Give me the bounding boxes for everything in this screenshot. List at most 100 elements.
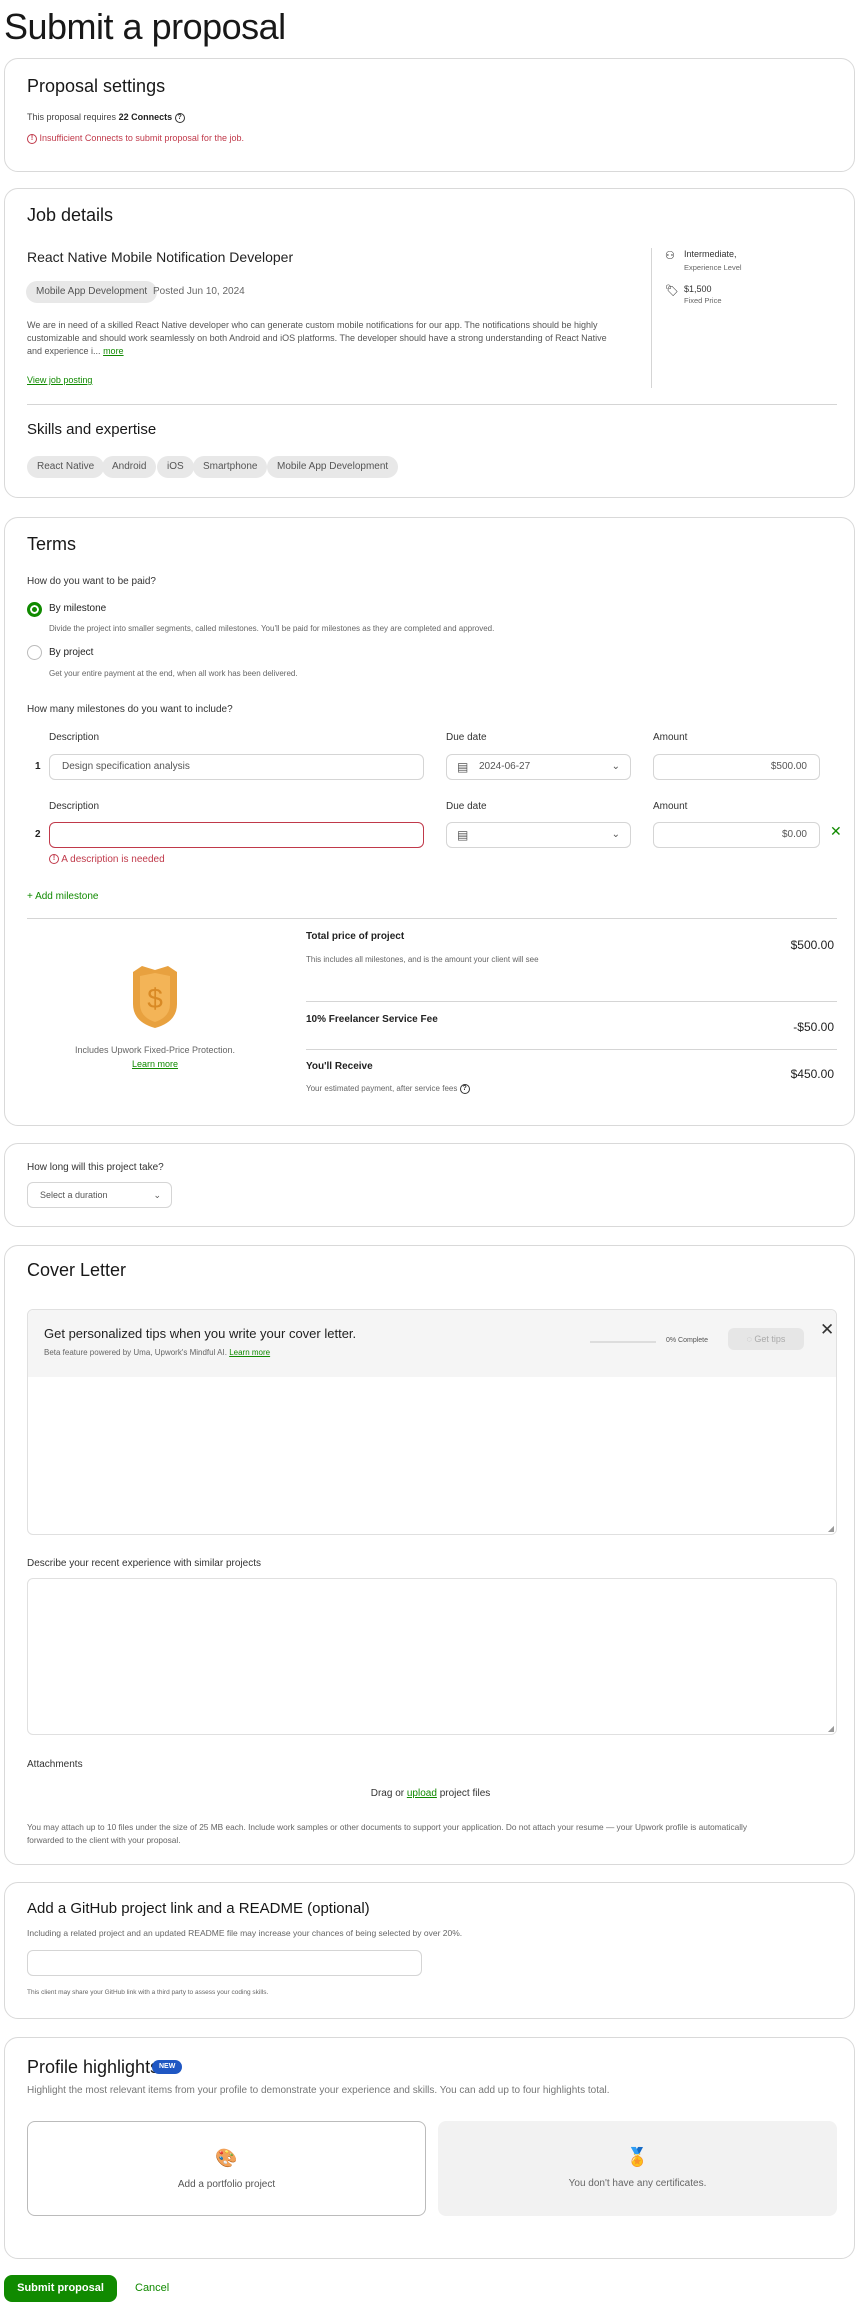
job-title: React Native Mobile Notification Develop… (27, 249, 294, 265)
add-portfolio-project-button[interactable]: 🎨 Add a portfolio project (27, 2121, 426, 2216)
resize-handle-icon[interactable]: ◢ (828, 1524, 834, 1533)
help-icon[interactable]: ? (174, 112, 185, 123)
duration-select[interactable]: Select a duration ⌄ (27, 1182, 172, 1208)
tips-sub: Beta feature powered by Uma, Upwork's Mi… (44, 1348, 227, 1357)
award-ribbon-icon: 🏅 (626, 2147, 649, 2167)
receive-amount: $450.00 (790, 1067, 834, 1081)
experience-textarea[interactable]: ◢ (27, 1578, 837, 1735)
job-description: We are in need of a skilled React Native… (27, 320, 607, 356)
close-icon[interactable]: ✕ (820, 1320, 834, 1340)
fee-label: 10% Freelancer Service Fee (306, 1014, 438, 1025)
view-job-posting-link[interactable]: View job posting (27, 375, 92, 385)
experience-label: Experience Level (684, 263, 742, 272)
col-label: Due date (446, 732, 487, 743)
calendar-icon: ▤ (457, 828, 469, 842)
resize-handle-icon[interactable]: ◢ (828, 1724, 834, 1733)
cover-letter-card: Cover Letter Get personalized tips when … (4, 1245, 855, 1865)
fee-amount: -$50.00 (793, 1020, 834, 1034)
duration-card: How long will this project take? Select … (4, 1143, 855, 1227)
total-label: Total price of project (306, 931, 405, 942)
cancel-button[interactable]: Cancel (135, 2282, 169, 2294)
option-label: By project (49, 647, 94, 658)
pay-question: How do you want to be paid? (27, 576, 156, 587)
skill-chip[interactable]: iOS (157, 456, 194, 478)
skill-chip[interactable]: Smartphone (193, 456, 268, 478)
total-desc: This includes all milestones, and is the… (306, 955, 539, 964)
github-link-input[interactable] (27, 1950, 422, 1976)
add-milestone-button[interactable]: + Add milestone (27, 891, 98, 902)
section-title: Add a GitHub project link and a README (… (27, 1900, 370, 1917)
chevron-down-icon: ⌄ (153, 1190, 161, 1200)
total-amount: $500.00 (790, 938, 834, 952)
category-chip[interactable]: Mobile App Development (26, 281, 158, 303)
due-date-select[interactable]: ▤ ⌄ (446, 822, 631, 848)
milestone-description-input[interactable] (49, 822, 424, 848)
col-label: Description (49, 801, 100, 812)
help-icon[interactable]: ? (459, 1084, 470, 1094)
learn-more-link[interactable]: Learn more (229, 1348, 270, 1357)
page-title: Submit a proposal (4, 6, 286, 47)
chevron-down-icon: ⌄ (611, 761, 620, 772)
learn-more-link[interactable]: Learn more (72, 1059, 238, 1069)
duration-question: How long will this project take? (27, 1162, 164, 1173)
amount-input[interactable]: $500.00 (653, 754, 820, 780)
svg-text:$: $ (147, 983, 163, 1014)
tips-banner: Get personalized tips when you write you… (28, 1310, 836, 1377)
highlights-desc: Highlight the most relevant items from y… (27, 2085, 610, 2096)
skill-chip[interactable]: Mobile App Development (267, 456, 399, 478)
posted-date: Posted Jun 10, 2024 (153, 286, 245, 297)
profile-highlights-card: Profile highlights NEW Highlight the mos… (4, 2037, 855, 2259)
price-tag-icon: 🏷 (665, 285, 679, 297)
due-date-select[interactable]: ▤ 2024-06-27 ⌄ (446, 754, 631, 780)
receive-label: You'll Receive (306, 1061, 373, 1072)
alert-icon: ! (49, 854, 59, 865)
certificates-label: You don't have any certificates. (568, 2178, 707, 2189)
experience-level: Intermediate, (684, 249, 737, 259)
submit-proposal-button[interactable]: Submit proposal (4, 2275, 117, 2302)
certificates-box: 🏅 You don't have any certificates. (438, 2121, 837, 2216)
cover-letter-textarea[interactable]: Get personalized tips when you write you… (27, 1309, 837, 1535)
connects-error: ! Insufficient Connects to submit propos… (27, 133, 244, 144)
upload-dropzone[interactable]: Drag or upload project files (5, 1788, 856, 1799)
progress-bar (590, 1341, 656, 1343)
tips-title: Get personalized tips when you write you… (44, 1326, 357, 1341)
section-title: Job details (27, 205, 114, 225)
job-price: $1,500 (684, 284, 712, 294)
milestone-number: 2 (35, 829, 41, 840)
upload-link[interactable]: upload (407, 1788, 437, 1799)
github-card: Add a GitHub project link and a README (… (4, 1882, 855, 2019)
get-tips-button[interactable]: ◌ Get tips (728, 1328, 804, 1350)
col-label: Due date (446, 801, 487, 812)
milestone-description-input[interactable]: Design specification analysis (49, 754, 424, 780)
calendar-icon: ▤ (457, 760, 469, 774)
skill-chip[interactable]: React Native (27, 456, 105, 478)
section-title: Profile highlights (27, 2057, 160, 2077)
job-details-card: Job details React Native Mobile Notifica… (4, 188, 855, 498)
terms-card: Terms How do you want to be paid? By mil… (4, 517, 855, 1126)
milestones-question: How many milestones do you want to inclu… (27, 704, 233, 715)
radio-by-milestone[interactable] (27, 602, 42, 617)
col-label: Description (49, 732, 100, 743)
more-link[interactable]: more (103, 346, 124, 356)
github-note: This client may share your GitHub link w… (27, 1989, 269, 1996)
shield-dollar-icon: $ (133, 966, 177, 1028)
remove-milestone-icon[interactable]: ✕ (830, 823, 842, 840)
proposal-settings-card: Proposal settings This proposal requires… (4, 58, 855, 172)
protection-text: Includes Upwork Fixed-Price Protection. (74, 1045, 236, 1055)
option-label: By milestone (49, 603, 107, 614)
option-desc: Divide the project into smaller segments… (49, 624, 495, 633)
section-title: Cover Letter (27, 1260, 127, 1280)
connects-required: This proposal requires 22 Connects ? (27, 112, 185, 123)
alert-icon: ! (27, 133, 37, 144)
palette-icon: 🎨 (215, 2148, 238, 2168)
portfolio-label: Add a portfolio project (177, 2179, 276, 2190)
experience-icon: ⚇ (665, 250, 675, 262)
skills-title: Skills and expertise (27, 421, 157, 438)
skill-chip[interactable]: Android (102, 456, 157, 478)
amount-input[interactable]: $0.00 (653, 822, 820, 848)
col-label: Amount (653, 732, 688, 743)
chevron-down-icon: ⌄ (611, 829, 620, 840)
section-title: Terms (27, 534, 76, 554)
attachments-note: You may attach up to 10 files under the … (27, 1822, 748, 1845)
radio-by-project[interactable] (27, 645, 42, 660)
